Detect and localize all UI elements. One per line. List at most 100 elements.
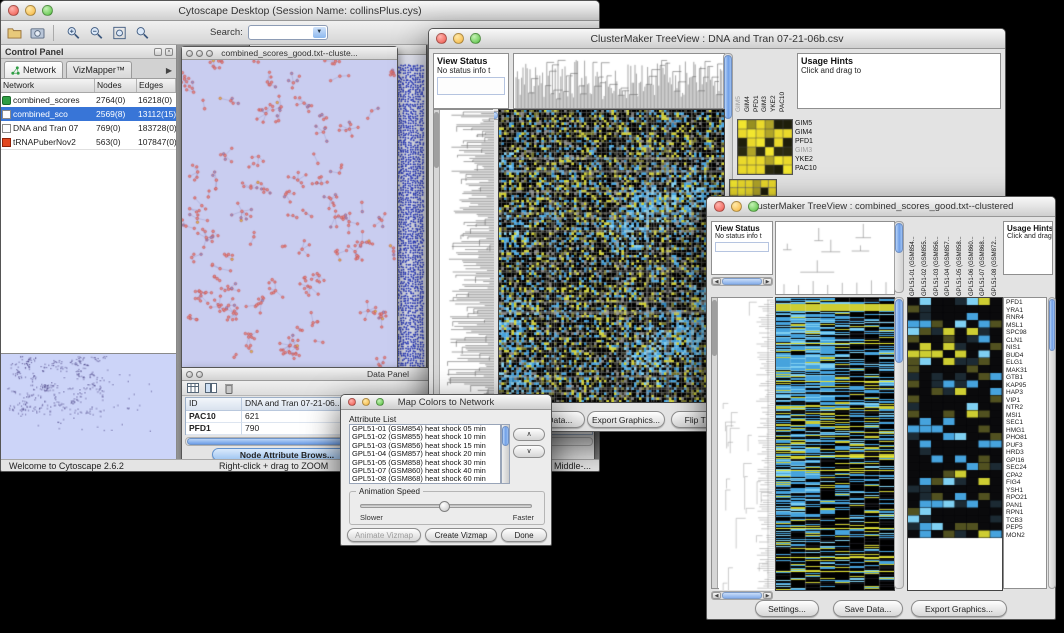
gene-label[interactable]: RPN1 — [1006, 509, 1046, 517]
close-icon[interactable] — [714, 201, 725, 212]
vertical-scrollbar[interactable] — [712, 298, 718, 588]
titlebar[interactable]: combined_scores_good.txt--cluste... — [182, 47, 397, 60]
speed-slider[interactable] — [360, 504, 532, 508]
row-dendrogram-canvas[interactable] — [719, 298, 774, 590]
dialog-button[interactable]: Create Vizmap — [425, 528, 497, 542]
gene-label[interactable]: PAC10 — [795, 164, 835, 173]
vertical-scrollbar[interactable] — [894, 221, 904, 293]
close-icon[interactable] — [348, 398, 356, 406]
scrollbar-thumb[interactable] — [895, 299, 903, 363]
gene-label[interactable]: YSH1 — [1006, 487, 1046, 495]
global-heatmap-canvas[interactable] — [775, 297, 895, 591]
horizontal-scrollbar[interactable]: ◀ ▶ — [711, 277, 773, 286]
gene-label[interactable]: ELG1 — [1006, 359, 1046, 367]
tab-overflow-icon[interactable]: ▶ — [162, 66, 176, 78]
gene-label[interactable]: YKE2 — [795, 155, 835, 164]
table-icon[interactable] — [186, 382, 200, 394]
column-dendrogram-canvas[interactable] — [775, 221, 895, 295]
chevron-down-icon[interactable]: ▼ — [313, 27, 326, 38]
treeview-button[interactable]: Export Graphics... — [911, 600, 1007, 617]
gene-label[interactable]: GPI16 — [1006, 457, 1046, 465]
scrollbar-thumb[interactable] — [722, 592, 762, 599]
gene-label[interactable]: PFD1 — [1006, 299, 1046, 307]
scroll-left-icon[interactable]: ◀ — [712, 592, 721, 599]
zoom-actual-icon[interactable] — [132, 23, 152, 42]
close-icon[interactable] — [186, 50, 193, 57]
minimize-icon[interactable] — [731, 201, 742, 212]
vertical-scrollbar[interactable] — [434, 110, 440, 400]
scrollbar-thumb[interactable] — [712, 300, 717, 356]
gene-label[interactable]: MAK31 — [1006, 367, 1046, 375]
move-up-button[interactable]: ∧ — [513, 428, 545, 441]
minimize-icon[interactable] — [362, 398, 370, 406]
dialog-button[interactable]: Animate Vizmap — [347, 528, 421, 542]
gene-label[interactable]: MON2 — [1006, 532, 1046, 540]
row-dendrogram[interactable] — [711, 297, 773, 589]
column-dendrogram-canvas[interactable] — [513, 53, 725, 109]
minimize-icon[interactable] — [196, 50, 203, 57]
float-icon[interactable] — [154, 48, 162, 56]
gene-label[interactable]: GTB1 — [1006, 374, 1046, 382]
gene-label[interactable]: RPO21 — [1006, 494, 1046, 502]
gene-label[interactable]: HAP3 — [1006, 389, 1046, 397]
gene-label[interactable]: SPC98 — [1006, 329, 1046, 337]
zoom-window-icon[interactable] — [42, 5, 53, 16]
titlebar[interactable]: Map Colors to Network — [341, 395, 551, 410]
gene-label[interactable]: KAP95 — [1006, 382, 1046, 390]
snapshot-icon[interactable] — [27, 23, 47, 42]
column-header[interactable]: Network — [1, 79, 95, 92]
gene-label[interactable]: YRA1 — [1006, 307, 1046, 315]
gene-label[interactable]: GIM3 — [795, 146, 835, 155]
tab-vizmapper[interactable]: VizMapper™ — [66, 61, 132, 78]
treeview-button[interactable]: Settings... — [755, 600, 819, 617]
column-header[interactable]: Edges — [137, 79, 176, 92]
heatmap-canvas[interactable] — [498, 109, 725, 403]
gene-label[interactable]: HRD3 — [1006, 449, 1046, 457]
gene-label[interactable]: MSI1 — [1006, 412, 1046, 420]
gene-label[interactable]: RNR4 — [1006, 314, 1046, 322]
gene-label[interactable]: PEP5 — [1006, 524, 1046, 532]
gene-label[interactable]: CLN1 — [1006, 337, 1046, 345]
minimize-icon[interactable] — [453, 33, 464, 44]
zoom-window-icon[interactable] — [748, 201, 759, 212]
zoom-fit-icon[interactable] — [109, 23, 129, 42]
attribute-list-item[interactable]: GPL51-08 (GSM868) heat shock 60 min — [350, 475, 500, 483]
gene-label[interactable]: PAN1 — [1006, 502, 1046, 510]
gene-label[interactable]: NIS1 — [1006, 344, 1046, 352]
gene-label[interactable]: PUF3 — [1006, 442, 1046, 450]
tab-network[interactable]: Network — [4, 61, 63, 78]
vertical-scrollbar[interactable] — [501, 424, 510, 484]
gene-label[interactable]: VIP1 — [1006, 397, 1046, 405]
network-window[interactable]: combined_scores_good.txt--cluste... — [181, 46, 398, 368]
close-icon[interactable] — [196, 371, 203, 378]
close-icon[interactable] — [8, 5, 19, 16]
gene-label[interactable]: GIM5 — [795, 119, 835, 128]
column-header[interactable]: ID — [186, 398, 242, 411]
titlebar[interactable]: ClusterMaker TreeView : DNA and Tran 07-… — [429, 29, 1005, 49]
gene-label[interactable]: MSL1 — [1006, 322, 1046, 330]
scrollbar-thumb[interactable] — [434, 112, 439, 168]
gene-label[interactable]: TCB3 — [1006, 517, 1046, 525]
gene-label[interactable]: SEC24 — [1006, 464, 1046, 472]
gene-label[interactable]: PHO81 — [1006, 434, 1046, 442]
zoom-out-icon[interactable] — [86, 23, 106, 42]
open-folder-icon[interactable] — [4, 23, 24, 42]
scroll-right-icon[interactable]: ▶ — [763, 278, 772, 285]
scrollbar-thumb[interactable] — [895, 223, 903, 253]
gene-label[interactable]: NTR2 — [1006, 404, 1046, 412]
close-icon[interactable] — [436, 33, 447, 44]
gene-label[interactable]: PFD1 — [795, 137, 835, 146]
close-panel-icon[interactable]: × — [165, 48, 173, 56]
gene-label[interactable]: SEC1 — [1006, 419, 1046, 427]
network-table-row[interactable]: combined_scores 2764(0) 16218(0) — [1, 93, 176, 107]
network-table-row[interactable]: tRNAPuberNov2 563(0) 107847(0) — [1, 135, 176, 149]
columns-icon[interactable] — [204, 382, 218, 394]
zoom-heatmap-canvas[interactable] — [907, 297, 1003, 591]
row-dendrogram-canvas[interactable] — [441, 110, 494, 400]
minimize-icon[interactable] — [25, 5, 36, 16]
titlebar[interactable]: ClusterMaker TreeView : combined_scores_… — [707, 197, 1055, 217]
network-overview-canvas[interactable] — [1, 353, 176, 459]
dialog-button[interactable]: Done — [501, 528, 547, 542]
network-table-row[interactable]: combined_sco 2569(8) 13112(15) — [1, 107, 176, 121]
scrollbar-thumb[interactable] — [1049, 299, 1055, 351]
